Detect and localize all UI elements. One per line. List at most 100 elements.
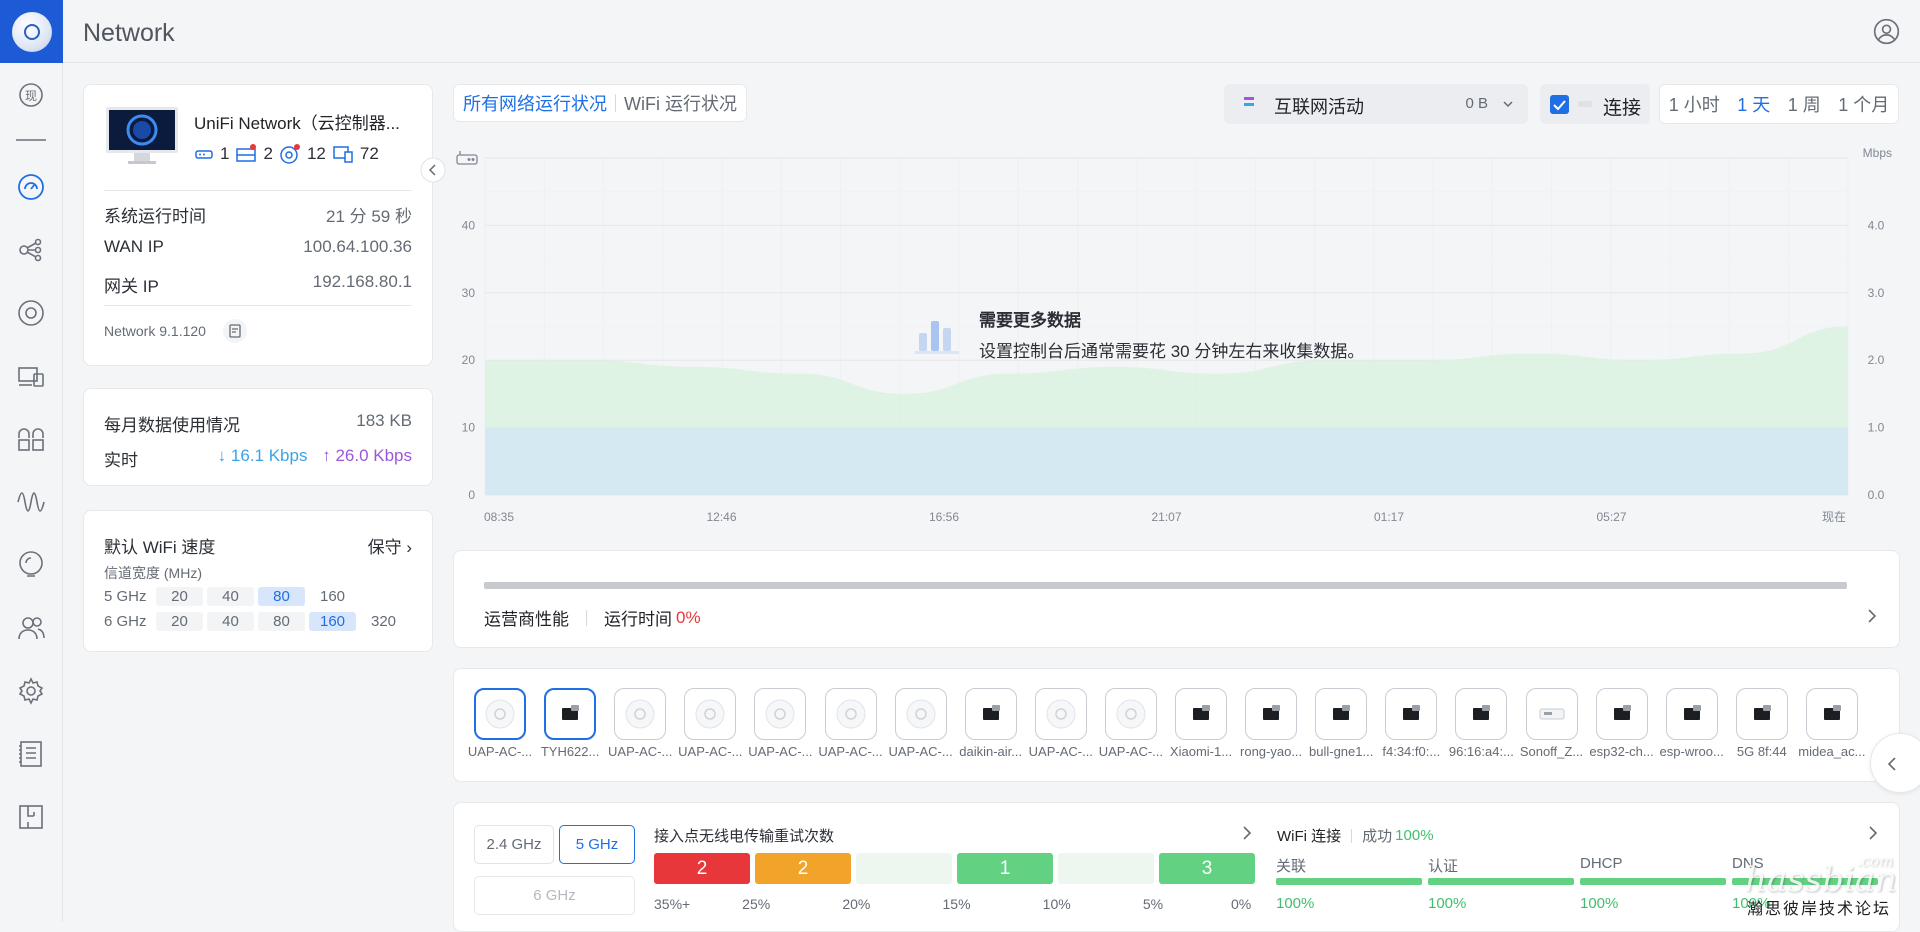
- upload-arrow-icon: ↑: [322, 446, 331, 465]
- stage-bar: [1276, 878, 1422, 885]
- retry-bucket[interactable]: [856, 853, 952, 884]
- device-card[interactable]: [894, 688, 947, 740]
- range-1h[interactable]: 1 小时: [1669, 91, 1720, 117]
- device-card[interactable]: [474, 688, 526, 740]
- expand-panel-button[interactable]: [1870, 733, 1920, 793]
- device-card[interactable]: [964, 688, 1017, 740]
- chevron-right-icon[interactable]: [1865, 607, 1879, 625]
- channel-option[interactable]: 160: [309, 587, 356, 606]
- channel-option[interactable]: 80: [258, 612, 305, 631]
- band-5ghz-button[interactable]: 5 GHz: [559, 825, 635, 864]
- radio-manager-icon[interactable]: [14, 485, 48, 519]
- channel-option-selected[interactable]: 160: [309, 612, 356, 631]
- admins-icon[interactable]: [14, 611, 48, 645]
- uptime-row: 系统运行时间 21 分 59 秒: [104, 207, 412, 226]
- channel-option[interactable]: 320: [360, 612, 407, 631]
- insights-icon[interactable]: [14, 548, 48, 582]
- device-card[interactable]: [684, 688, 737, 740]
- stage-value: 100%: [1580, 895, 1619, 912]
- device-card[interactable]: [1385, 688, 1438, 740]
- device-card[interactable]: [614, 688, 667, 740]
- checkbox-checked-icon[interactable]: [1550, 95, 1569, 114]
- retry-title: 接入点无线电传输重试次数: [654, 828, 835, 845]
- chevron-right-icon[interactable]: [1867, 825, 1879, 841]
- access-point-device-icon: [765, 699, 795, 729]
- retry-bucket[interactable]: 2: [654, 853, 750, 884]
- unifi-logo[interactable]: [0, 0, 63, 63]
- device-card[interactable]: [1104, 688, 1157, 740]
- access-point-device-icon: [625, 699, 655, 729]
- device-card[interactable]: [754, 688, 807, 740]
- device-card[interactable]: [1175, 688, 1227, 740]
- realtime-icon[interactable]: 现: [14, 78, 48, 112]
- access-point-device-icon: [906, 699, 936, 729]
- retry-bucket[interactable]: 3: [1159, 853, 1255, 884]
- retry-bucket[interactable]: [1058, 853, 1154, 884]
- client-device-icon: [1683, 705, 1701, 720]
- data-usage-card[interactable]: 每月数据使用情况 183 KB 实时 ↓ 16.1 Kbps ↑ 26.0 Kbp…: [83, 388, 433, 486]
- device-card[interactable]: [1805, 688, 1858, 740]
- band-6ghz-button[interactable]: 6 GHz: [474, 876, 635, 915]
- device-card[interactable]: [544, 688, 597, 740]
- range-1w[interactable]: 1 周: [1788, 91, 1821, 117]
- internet-activity-dropdown[interactable]: 互联网活动 0 B: [1224, 84, 1528, 124]
- unifi-devices-icon[interactable]: [14, 296, 48, 330]
- chevron-down-icon: [1503, 101, 1513, 108]
- retry-scale-label: 10%: [1042, 896, 1071, 912]
- isp-performance-card[interactable]: 运营商性能 运行时间 0%: [453, 550, 1900, 648]
- isp-uptime-value: 0%: [676, 607, 701, 627]
- watermark-subtitle: 瀚思彼岸技术论坛: [1747, 901, 1892, 918]
- router-icon: [456, 151, 478, 165]
- client-device-icon: [982, 705, 1000, 720]
- connect-toggle[interactable]: 连接: [1540, 84, 1650, 124]
- wifi-speed-mode-link[interactable]: 保守 ›: [368, 533, 412, 558]
- retry-bucket[interactable]: 2: [755, 853, 851, 884]
- channel-option[interactable]: 40: [207, 587, 254, 606]
- innerspace-map-icon[interactable]: [14, 800, 48, 834]
- device-label: UAP-AC-...: [748, 744, 813, 759]
- client-devices-icon[interactable]: [14, 359, 48, 393]
- y-tick-right: 3.0: [1868, 286, 1885, 300]
- channel-option[interactable]: 20: [156, 587, 203, 606]
- retry-bucket[interactable]: 1: [957, 853, 1053, 884]
- isp-timeline-bar: [484, 582, 1847, 589]
- topology-icon[interactable]: [14, 233, 48, 267]
- tab-wifi[interactable]: WiFi 运行状况: [624, 90, 737, 116]
- range-1d[interactable]: 1 天: [1737, 91, 1770, 117]
- range-1m[interactable]: 1 个月: [1838, 91, 1889, 117]
- device-card[interactable]: [1665, 688, 1718, 740]
- client-device-icon: [1823, 705, 1841, 720]
- collapse-left-icon[interactable]: [420, 157, 446, 183]
- svg-text:现: 现: [25, 89, 37, 103]
- chart-unit-label: Mbps: [1862, 146, 1892, 160]
- channel-option-selected[interactable]: 80: [258, 587, 305, 606]
- device-card[interactable]: [1315, 688, 1368, 740]
- release-notes-icon[interactable]: [222, 318, 248, 344]
- device-card[interactable]: [1735, 688, 1788, 740]
- device-card[interactable]: [1455, 688, 1508, 740]
- settings-gear-icon[interactable]: [14, 674, 48, 708]
- console-name[interactable]: UniFi Network（云控制器...: [194, 109, 400, 134]
- device-label: esp32-ch...: [1589, 744, 1654, 759]
- wifi-speed-card: 默认 WiFi 速度 保守 › 信道宽度 (MHz) 5 GHz 20 40 8…: [83, 510, 433, 652]
- ports-icon[interactable]: [14, 422, 48, 456]
- device-card[interactable]: [824, 688, 877, 740]
- band-2-4ghz-button[interactable]: 2.4 GHz: [474, 825, 554, 864]
- channel-option[interactable]: 20: [156, 612, 203, 631]
- device-card[interactable]: [1245, 688, 1298, 740]
- device-card[interactable]: [1525, 688, 1578, 740]
- system-log-icon[interactable]: [14, 737, 48, 771]
- isp-info: 运营商性能 运行时间 0%: [484, 605, 701, 630]
- channel-option[interactable]: 40: [207, 612, 254, 631]
- dashboard-icon[interactable]: [14, 170, 48, 204]
- device-label: Xiaomi-1...: [1169, 744, 1233, 759]
- device-card[interactable]: [1595, 688, 1648, 740]
- tab-all-network[interactable]: 所有网络运行状况: [463, 90, 607, 116]
- gateway-ip-row: 网关 IP 192.168.80.1: [104, 272, 412, 296]
- need-more-data-overlay: 需要更多数据 设置控制台后通常需要花 30 分钟左右来收集数据。: [915, 306, 1364, 362]
- x-tick: 05:27: [1596, 510, 1626, 524]
- user-account-icon[interactable]: [1873, 18, 1900, 45]
- chevron-right-icon[interactable]: [1241, 825, 1253, 841]
- y-tick-right: 1.0: [1868, 421, 1885, 435]
- device-card[interactable]: [1034, 688, 1087, 740]
